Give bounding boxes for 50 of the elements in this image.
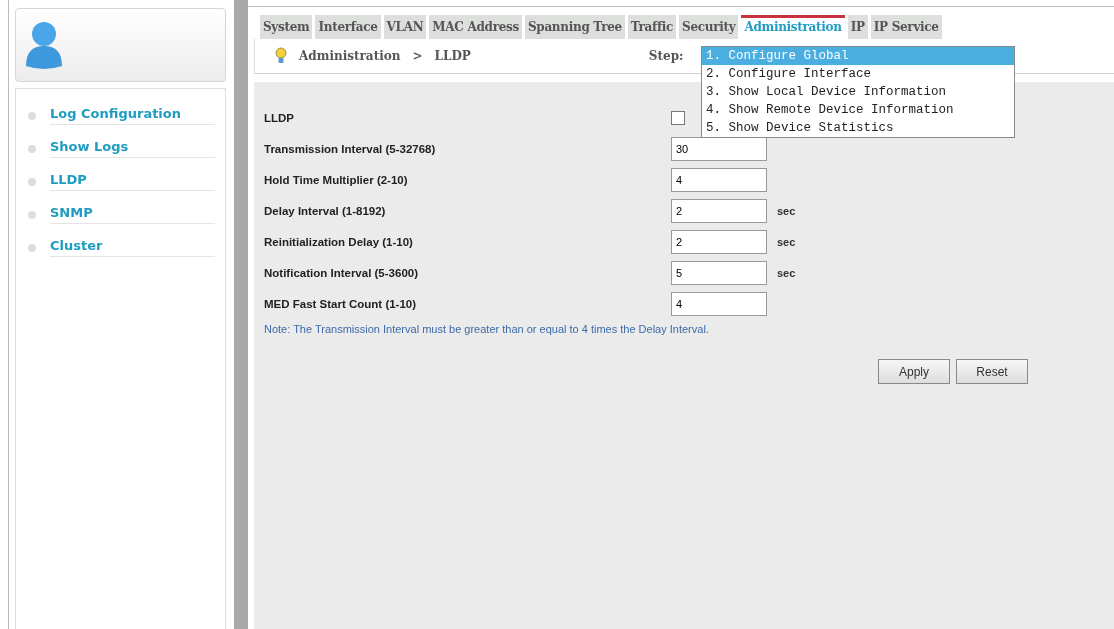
field-label: Delay Interval (1-8192)	[264, 204, 387, 217]
tab[interactable]: System	[260, 15, 313, 39]
tab[interactable]: IP Service	[870, 15, 942, 39]
input-field[interactable]: 2	[671, 229, 767, 254]
field-label: Transmission Interval (5-32768)	[264, 142, 437, 155]
field-label: LLDP	[264, 111, 296, 124]
breadcrumb-page: LLDP	[434, 49, 471, 63]
sidebar-item[interactable]: Cluster	[50, 238, 215, 257]
bullet-icon	[28, 210, 36, 219]
sidebar-item[interactable]: Log Configuration	[50, 106, 215, 125]
input-field[interactable]: 4	[671, 291, 767, 316]
bullet-icon	[28, 144, 36, 153]
tab[interactable]: Security	[679, 15, 739, 39]
lightbulb-icon	[275, 47, 287, 65]
input-field[interactable]: 30	[671, 136, 767, 161]
sidebar-item[interactable]: SNMP	[50, 205, 215, 224]
step-option[interactable]: 3. Show Local Device Information	[702, 83, 1014, 101]
tab[interactable]: Spanning Tree	[524, 15, 625, 39]
step-option[interactable]: 2. Configure Interface	[702, 65, 1014, 83]
tab[interactable]: IP	[847, 15, 868, 39]
tab[interactable]: Interface	[315, 15, 381, 39]
form-button[interactable]: Reset	[956, 359, 1028, 384]
step-label: Step:	[648, 49, 684, 63]
tab[interactable]: VLAN	[383, 15, 427, 39]
step-option[interactable]: 5. Show Device Statistics	[702, 119, 1014, 137]
step-dropdown-list[interactable]: 1. Configure Global 2. Configure Interface 3. Show Local Device Information 4. Show Remote Device Information 5. Show Device Statistics	[701, 46, 1015, 138]
sidebar-item[interactable]: Show Logs	[50, 139, 215, 158]
unit-label: sec	[777, 204, 796, 217]
form-button[interactable]: Apply	[878, 359, 950, 384]
unit-label: sec	[777, 266, 796, 279]
step-option[interactable]: 4. Show Remote Device Information	[702, 101, 1014, 119]
tab[interactable]: Traffic	[627, 15, 677, 39]
field-label: Reinitialization Delay (1-10)	[264, 235, 414, 248]
field-label: Hold Time Multiplier (2-10)	[264, 173, 409, 186]
unit-label: sec	[777, 235, 796, 248]
field-label: Notification Interval (5-3600)	[264, 266, 419, 279]
input-field[interactable]: 5	[671, 260, 767, 285]
bullet-icon	[28, 243, 36, 252]
note-text: Note: The Transmission Interval must be greater than or equal to 4 times the Delay Interval.	[264, 323, 710, 335]
sidebar-item[interactable]: LLDP	[50, 172, 215, 191]
user-avatar-icon	[24, 20, 64, 70]
breadcrumb-separator: >	[412, 49, 423, 63]
lldp-checkbox[interactable]	[671, 110, 685, 125]
input-field[interactable]: 4	[671, 167, 767, 192]
input-field[interactable]: 2	[671, 198, 767, 223]
tab[interactable]: MAC Address	[429, 15, 522, 39]
bullet-icon	[28, 177, 36, 186]
field-label: MED Fast Start Count (1-10)	[264, 297, 418, 310]
bullet-icon	[28, 111, 36, 120]
breadcrumb-section[interactable]: Administration	[299, 49, 401, 63]
